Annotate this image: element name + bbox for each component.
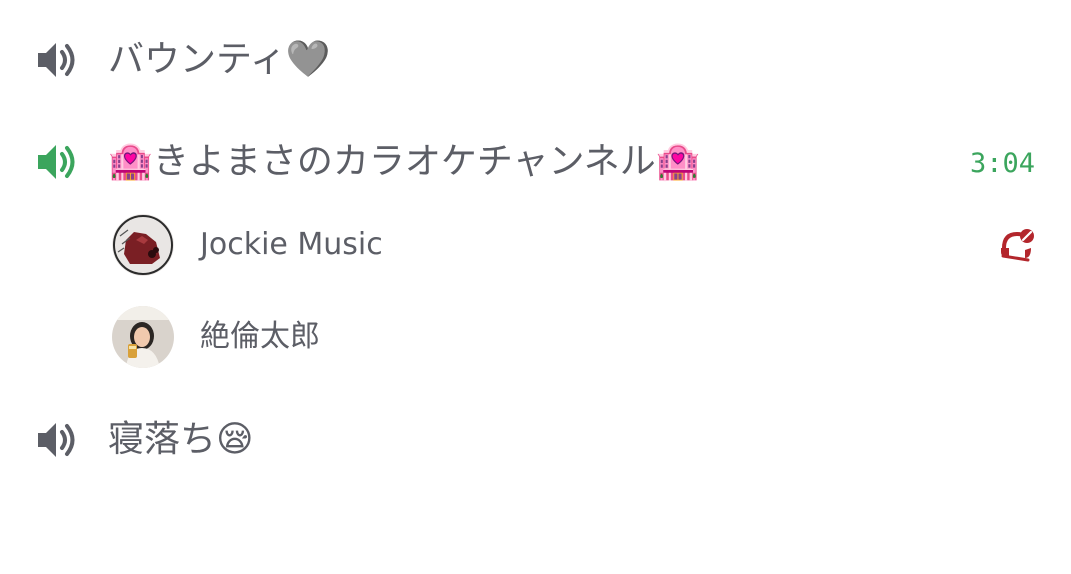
server-deafened-icon xyxy=(998,226,1036,264)
speaker-icon xyxy=(32,415,82,465)
channel-name-text: 寝落ち xyxy=(108,419,217,460)
bot-avatar xyxy=(112,214,174,276)
channel-name-text: バウンティ xyxy=(108,39,286,80)
channel-name-text: きよまさのカラオケチャンネル xyxy=(152,141,656,182)
voice-channel-neochi[interactable]: 寝落ち😪 xyxy=(0,411,1071,471)
voice-member-jockie-music[interactable]: Jockie Music xyxy=(112,214,1042,276)
voice-channel-karaoke[interactable]: 🏩きよまさのカラオケチャンネル🏩 3:04 xyxy=(0,134,1071,194)
channel-name: 🏩きよまさのカラオケチャンネル🏩 xyxy=(108,137,701,187)
love-hotel-emoji: 🏩 xyxy=(108,141,153,182)
voice-channel-bounty[interactable]: バウンティ🩶 xyxy=(0,30,1071,90)
channel-name: 寝落ち😪 xyxy=(108,415,254,465)
speaker-icon xyxy=(32,137,82,187)
voice-timer: 3:04 xyxy=(969,148,1035,179)
user-avatar xyxy=(112,306,174,368)
grey-heart-emoji: 🩶 xyxy=(285,39,331,80)
member-name: Jockie Music xyxy=(200,227,383,262)
love-hotel-emoji: 🏩 xyxy=(655,141,701,182)
speaker-icon xyxy=(32,35,82,85)
member-name: 絶倫太郎 xyxy=(200,319,320,354)
channel-name: バウンティ🩶 xyxy=(108,35,331,85)
voice-member-zetsurin-taro[interactable]: 絶倫太郎 xyxy=(112,306,1042,368)
sleepy-face-emoji: 😪 xyxy=(216,419,254,460)
